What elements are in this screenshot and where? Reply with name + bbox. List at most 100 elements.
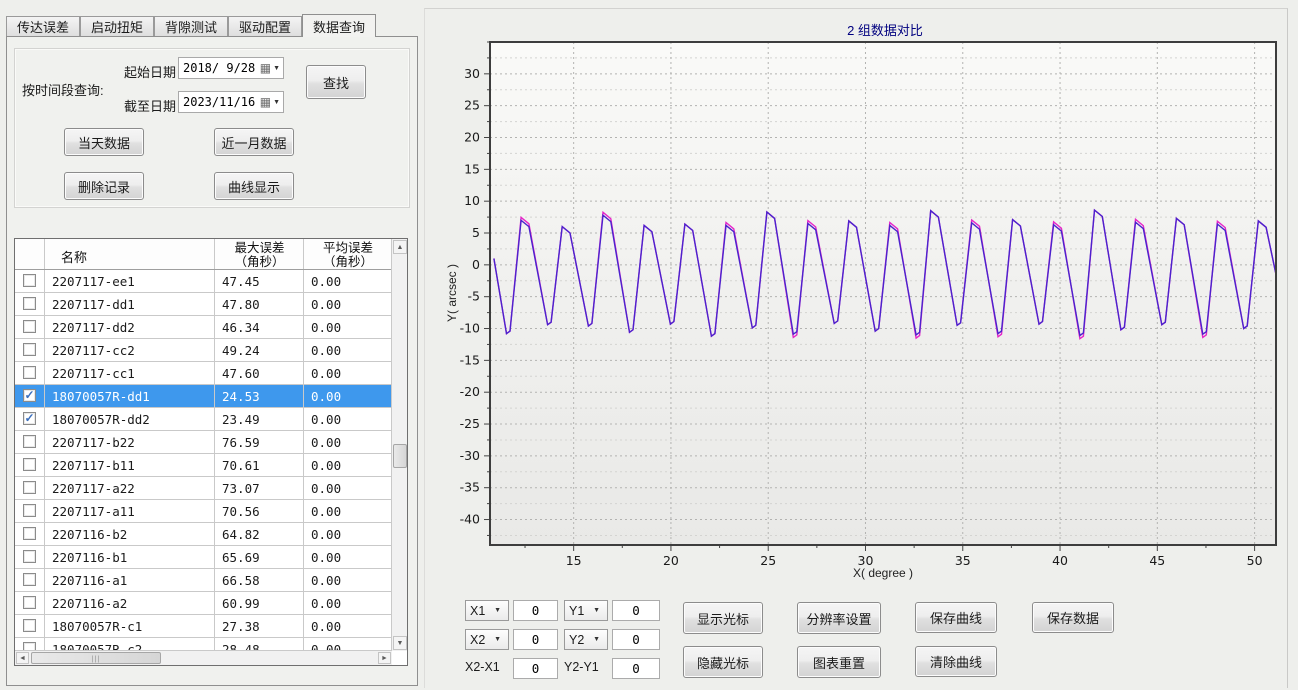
- table-row[interactable]: 2207117-cc249.240.00: [15, 339, 392, 362]
- scroll-right-button[interactable]: ►: [378, 652, 391, 664]
- cell-max-error: 46.34: [214, 316, 303, 338]
- svg-text:30: 30: [464, 66, 480, 81]
- row-checkbox[interactable]: [23, 527, 36, 540]
- start-date-input[interactable]: [179, 61, 260, 75]
- cell-max-error: 65.69: [214, 546, 303, 568]
- vertical-scrollbar[interactable]: ▲ ▼: [391, 239, 407, 651]
- start-date-label: 起始日期: [124, 62, 176, 81]
- row-checkbox[interactable]: [23, 550, 36, 563]
- end-date-input[interactable]: [179, 95, 260, 109]
- horizontal-scrollbar[interactable]: ◄ ||| ►: [15, 650, 392, 665]
- row-checkbox[interactable]: [23, 619, 36, 632]
- today-data-button[interactable]: 当天数据: [64, 128, 144, 156]
- row-checkbox[interactable]: [23, 297, 36, 310]
- cell-avg-error: 0.00: [303, 362, 391, 384]
- row-checkbox[interactable]: ✓: [23, 389, 36, 402]
- table-row[interactable]: 2207117-ee147.450.00: [15, 270, 392, 293]
- row-checkbox[interactable]: [23, 435, 36, 448]
- row-checkbox[interactable]: [23, 596, 36, 609]
- table-row[interactable]: 2207117-dd147.800.00: [15, 293, 392, 316]
- cell-max-error: 47.60: [214, 362, 303, 384]
- delta-x-field[interactable]: [513, 658, 558, 679]
- cell-avg-error: 0.00: [303, 339, 391, 361]
- svg-text:15: 15: [464, 161, 480, 176]
- table-row[interactable]: 2207117-a1170.560.00: [15, 500, 392, 523]
- end-date-picker[interactable]: ▦ ▼: [178, 91, 284, 113]
- tab-1[interactable]: 启动扭矩: [80, 16, 154, 36]
- svg-text:0: 0: [472, 257, 480, 272]
- row-checkbox[interactable]: [23, 320, 36, 333]
- start-date-picker[interactable]: ▦ ▼: [178, 57, 284, 79]
- table-row[interactable]: ✓18070057R-dd124.530.00: [15, 385, 392, 408]
- row-checkbox[interactable]: [23, 504, 36, 517]
- x1-cursor-select[interactable]: X1▼: [465, 600, 509, 621]
- chart-plot[interactable]: -40-35-30-25-20-15-10-505101520253015202…: [424, 0, 1298, 592]
- delete-record-button[interactable]: 删除记录: [64, 172, 144, 200]
- x1-value-field[interactable]: [513, 600, 558, 621]
- tab-0[interactable]: 传达误差: [6, 16, 80, 36]
- scroll-up-button[interactable]: ▲: [393, 240, 407, 254]
- col-header-max-error: 最大误差（角秒）: [215, 241, 304, 269]
- x2-cursor-select[interactable]: X2▼: [465, 629, 509, 650]
- vertical-scroll-thumb[interactable]: [393, 444, 407, 468]
- table-row[interactable]: 2207117-a2273.070.00: [15, 477, 392, 500]
- chart-reset-button[interactable]: 图表重置: [797, 646, 881, 678]
- calendar-icon[interactable]: ▦: [260, 96, 271, 108]
- last-month-data-button[interactable]: 近一月数据: [214, 128, 294, 156]
- clear-curve-button[interactable]: 清除曲线: [915, 646, 997, 677]
- y2-value-field[interactable]: [612, 629, 660, 650]
- chevron-down-icon: ▼: [494, 607, 501, 614]
- scroll-down-button[interactable]: ▼: [393, 636, 407, 650]
- resolution-settings-button[interactable]: 分辨率设置: [797, 602, 881, 634]
- tab-4[interactable]: 数据查询: [302, 14, 376, 37]
- svg-text:50: 50: [1247, 553, 1263, 568]
- x2-value-field[interactable]: [513, 629, 558, 650]
- row-checkbox[interactable]: [23, 573, 36, 586]
- end-date-label: 截至日期: [124, 96, 176, 115]
- save-curve-button[interactable]: 保存曲线: [915, 602, 997, 633]
- cell-max-error: 27.38: [214, 615, 303, 637]
- row-checkbox[interactable]: [23, 458, 36, 471]
- table-row[interactable]: 2207116-a166.580.00: [15, 569, 392, 592]
- table-row[interactable]: ✓18070057R-dd223.490.00: [15, 408, 392, 431]
- cell-max-error: 70.61: [214, 454, 303, 476]
- table-row[interactable]: 2207116-b165.690.00: [15, 546, 392, 569]
- cell-max-error: 49.24: [214, 339, 303, 361]
- row-checkbox[interactable]: [23, 274, 36, 287]
- row-checkbox[interactable]: [23, 366, 36, 379]
- table-row[interactable]: 2207117-dd246.340.00: [15, 316, 392, 339]
- cell-avg-error: 0.00: [303, 316, 391, 338]
- tab-3[interactable]: 驱动配置: [228, 16, 302, 36]
- table-row[interactable]: 2207117-b1170.610.00: [15, 454, 392, 477]
- search-button[interactable]: 查找: [306, 65, 366, 99]
- table-row[interactable]: 2207116-a260.990.00: [15, 592, 392, 615]
- cell-name: 2207116-b1: [44, 546, 214, 568]
- row-checkbox[interactable]: ✓: [23, 412, 36, 425]
- cell-avg-error: 0.00: [303, 615, 391, 637]
- scroll-left-button[interactable]: ◄: [16, 652, 29, 664]
- chevron-down-icon[interactable]: ▼: [273, 99, 280, 106]
- y1-value-field[interactable]: [612, 600, 660, 621]
- calendar-icon[interactable]: ▦: [260, 62, 271, 74]
- table-row[interactable]: 2207117-cc147.600.00: [15, 362, 392, 385]
- curve-display-button[interactable]: 曲线显示: [214, 172, 294, 200]
- row-checkbox[interactable]: [23, 481, 36, 494]
- delta-y-field[interactable]: [612, 658, 660, 679]
- row-checkbox[interactable]: [23, 343, 36, 356]
- table-row[interactable]: 18070057R-c127.380.00: [15, 615, 392, 638]
- cell-name: 2207117-cc2: [44, 339, 214, 361]
- y1-cursor-select[interactable]: Y1▼: [564, 600, 608, 621]
- cell-avg-error: 0.00: [303, 546, 391, 568]
- cell-name: 2207117-b11: [44, 454, 214, 476]
- chevron-down-icon[interactable]: ▼: [273, 65, 280, 72]
- horizontal-scroll-thumb[interactable]: |||: [31, 652, 161, 664]
- show-cursor-button[interactable]: 显示光标: [683, 602, 763, 634]
- table-row[interactable]: 2207116-b264.820.00: [15, 523, 392, 546]
- tab-2[interactable]: 背隙测试: [154, 16, 228, 36]
- y2-cursor-select[interactable]: Y2▼: [564, 629, 608, 650]
- hide-cursor-button[interactable]: 隐藏光标: [683, 646, 763, 678]
- cell-avg-error: 0.00: [303, 477, 391, 499]
- y-axis-label: Y( arcsec ): [445, 193, 459, 393]
- table-row[interactable]: 2207117-b2276.590.00: [15, 431, 392, 454]
- save-data-button[interactable]: 保存数据: [1032, 602, 1114, 633]
